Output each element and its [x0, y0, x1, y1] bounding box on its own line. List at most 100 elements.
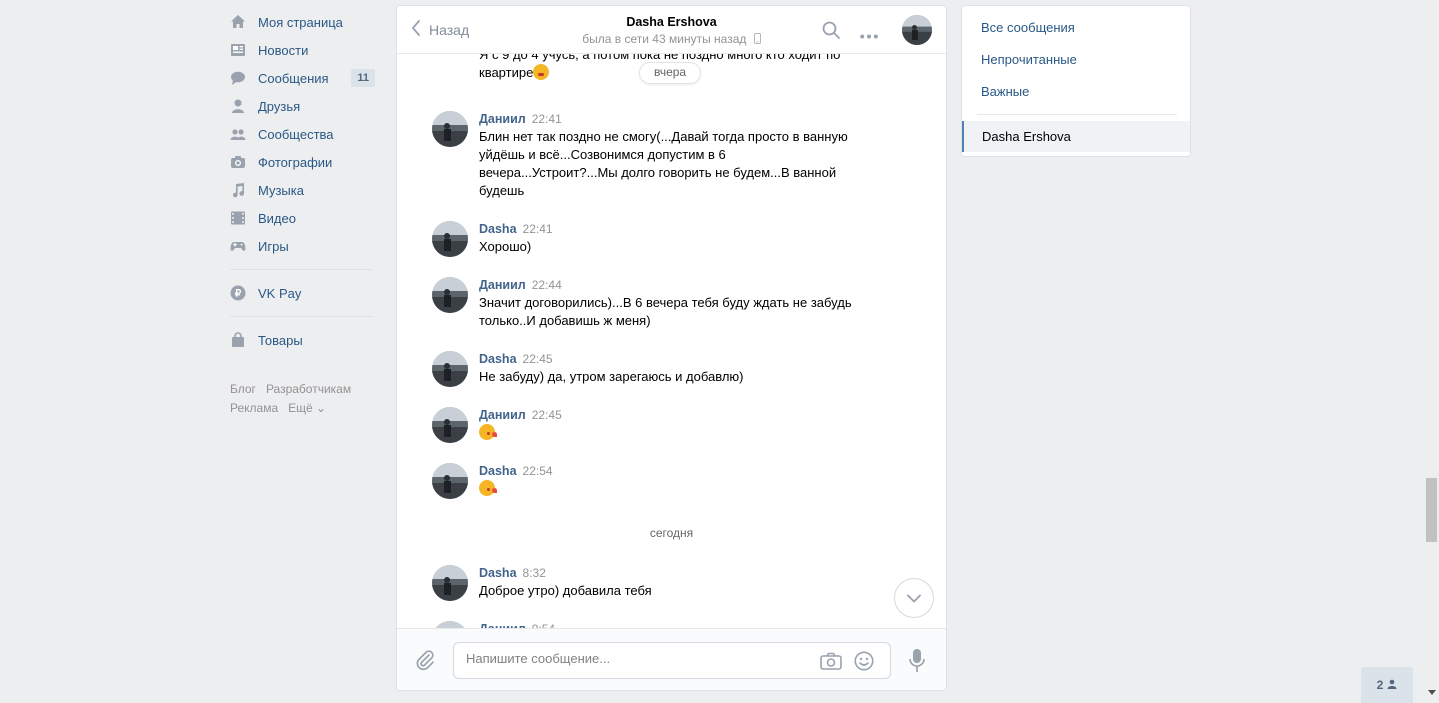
message-time[interactable]: 22:44 — [532, 278, 562, 292]
groups-icon — [230, 126, 246, 142]
message-line: вечера...Устроит?...Мы долго говорить не… — [479, 165, 837, 180]
message-body: Даниил9:54 — [479, 621, 862, 628]
nav-item-groups[interactable]: Сообщества — [230, 120, 375, 148]
nav-item-video[interactable]: Видео — [230, 204, 375, 232]
filter-important[interactable]: Важные — [981, 84, 1029, 99]
scroll-to-bottom-button[interactable] — [894, 578, 934, 618]
avatar[interactable] — [432, 351, 468, 387]
scroll-down-arrow-icon[interactable] — [1428, 690, 1436, 695]
music-icon — [230, 182, 246, 198]
microphone-icon[interactable] — [909, 648, 925, 677]
filter-all-messages[interactable]: Все сообщения — [981, 20, 1075, 35]
message-time[interactable]: 22:54 — [523, 464, 553, 478]
nav-item-news[interactable]: Новости — [230, 36, 375, 64]
footer-link-ads[interactable]: Реклама — [230, 401, 278, 415]
footer-link-blog[interactable]: Блог — [230, 382, 256, 396]
nav-item-vkpay[interactable]: ₽ VK Pay — [230, 279, 375, 307]
footer-links: Блог Разработчикам Реклама Ещё ⌄ — [230, 380, 375, 418]
chat-header: Назад Dasha Ershova была в сети 43 минут… — [397, 6, 946, 54]
message-body: Dasha 22:54 — [479, 463, 862, 498]
chevron-down-icon — [907, 591, 921, 606]
message-history[interactable]: Я с 9 до 4 учусь, а потом пока не поздно… — [397, 54, 946, 628]
online-friends-chip[interactable]: 2 — [1361, 667, 1413, 703]
news-icon — [230, 42, 246, 58]
message-text: Хорошо) — [479, 238, 862, 256]
message-line: Хорошо) — [479, 239, 532, 254]
camera-icon — [230, 154, 246, 170]
nav-item-my-page[interactable]: Моя страница — [230, 8, 375, 36]
conversations-filter-panel: Все сообщения Непрочитанные Важные Dasha… — [961, 5, 1191, 157]
footer-link-more[interactable]: Ещё ⌄ — [288, 401, 326, 415]
message-body: Даниил 22:44 Значит договорились)...В 6 ве… — [479, 277, 862, 330]
mobile-icon — [753, 33, 761, 47]
message-body: Dasha 22:45 Не забуду) да, утром зарегаюсь… — [479, 351, 862, 386]
message-item: Dasha 8:32 Доброе утро) добавила тебя — [432, 565, 862, 601]
divider — [977, 114, 1177, 115]
message-time[interactable]: 8:32 — [523, 566, 546, 580]
message-text: Блин нет так поздно не смогу(...Давай то… — [479, 128, 862, 200]
vkpay-icon: ₽ — [230, 285, 246, 301]
message-line: Значит договорились)...В 6 вечера тебя б… — [479, 295, 852, 310]
nav-item-photos[interactable]: Фотографии — [230, 148, 375, 176]
message-time[interactable]: 22:41 — [532, 112, 562, 126]
nav-label: Товары — [258, 332, 303, 348]
message-author[interactable]: Даниил — [479, 112, 526, 126]
avatar[interactable] — [432, 277, 468, 313]
nav-label: Сообщества — [258, 126, 334, 142]
friends-icon — [230, 98, 246, 114]
nav-item-messages[interactable]: Сообщения 11 — [230, 64, 375, 92]
active-conversation-tab[interactable]: Dasha Ershova — [962, 121, 1190, 152]
message-time[interactable]: 22:45 — [532, 408, 562, 422]
message-author[interactable]: Dasha — [479, 352, 517, 366]
nav-item-music[interactable]: Музыка — [230, 176, 375, 204]
message-author[interactable]: Dasha — [479, 566, 517, 580]
message-item: Dasha 22:41 Хорошо) — [432, 221, 862, 257]
more-icon[interactable] — [860, 27, 878, 42]
page-scrollbar[interactable] — [1424, 0, 1439, 703]
chat-panel: Назад Dasha Ershova была в сети 43 минут… — [396, 5, 947, 691]
message-input[interactable] — [466, 651, 796, 666]
avatar[interactable] — [432, 407, 468, 443]
avatar[interactable] — [432, 621, 468, 628]
kissing-face-emoji — [479, 424, 497, 440]
avatar[interactable] — [432, 463, 468, 499]
message-input-box[interactable] — [453, 642, 891, 679]
message-time[interactable]: 22:45 — [523, 352, 553, 366]
date-pill: вчера — [639, 62, 702, 84]
avatar[interactable] — [432, 221, 468, 257]
message-meta: Даниил 22:41 — [479, 111, 862, 127]
message-line: Не забуду) да, утром зарегаюсь и добавлю… — [479, 369, 744, 384]
message-text — [479, 424, 862, 442]
message-time[interactable]: 22:41 — [523, 222, 553, 236]
message-meta: Даниил9:54 — [479, 621, 862, 628]
nav-item-games[interactable]: Игры — [230, 232, 375, 260]
message-line: уйдёшь и всё...Созвонимся допустим в 6 — [479, 147, 726, 162]
svg-text:₽: ₽ — [235, 289, 242, 300]
message-author[interactable]: Даниил — [479, 408, 526, 422]
message-author[interactable]: Dasha — [479, 222, 517, 236]
attach-icon[interactable] — [415, 649, 435, 674]
unread-count-badge: 11 — [351, 69, 375, 87]
filter-unread[interactable]: Непрочитанные — [981, 52, 1077, 67]
scrollbar-thumb[interactable] — [1426, 478, 1437, 542]
gamepad-icon — [230, 238, 246, 254]
search-icon[interactable] — [822, 21, 840, 42]
message-author[interactable]: Даниил — [479, 278, 526, 292]
message-text — [479, 480, 862, 498]
avatar[interactable] — [432, 111, 468, 147]
message-meta: Dasha 22:41 — [479, 221, 862, 237]
active-conversation-name: Dasha Ershova — [982, 129, 1071, 144]
nav-divider — [230, 316, 373, 317]
nav-item-market[interactable]: Товары — [230, 326, 375, 354]
message-meta: Dasha 8:32 — [479, 565, 862, 581]
footer-link-developers[interactable]: Разработчикам — [266, 382, 351, 396]
home-icon — [230, 14, 246, 30]
message-item: Даниил 22:45 — [432, 407, 862, 443]
peer-avatar[interactable] — [902, 15, 932, 45]
camera-icon[interactable] — [820, 652, 842, 673]
message-author[interactable]: Dasha — [479, 464, 517, 478]
smiley-icon[interactable] — [854, 651, 874, 674]
avatar[interactable] — [432, 565, 468, 601]
nav-item-friends[interactable]: Друзья — [230, 92, 375, 120]
message-item: Даниил 22:41 Блин нет так поздно не смогу(… — [432, 111, 862, 200]
